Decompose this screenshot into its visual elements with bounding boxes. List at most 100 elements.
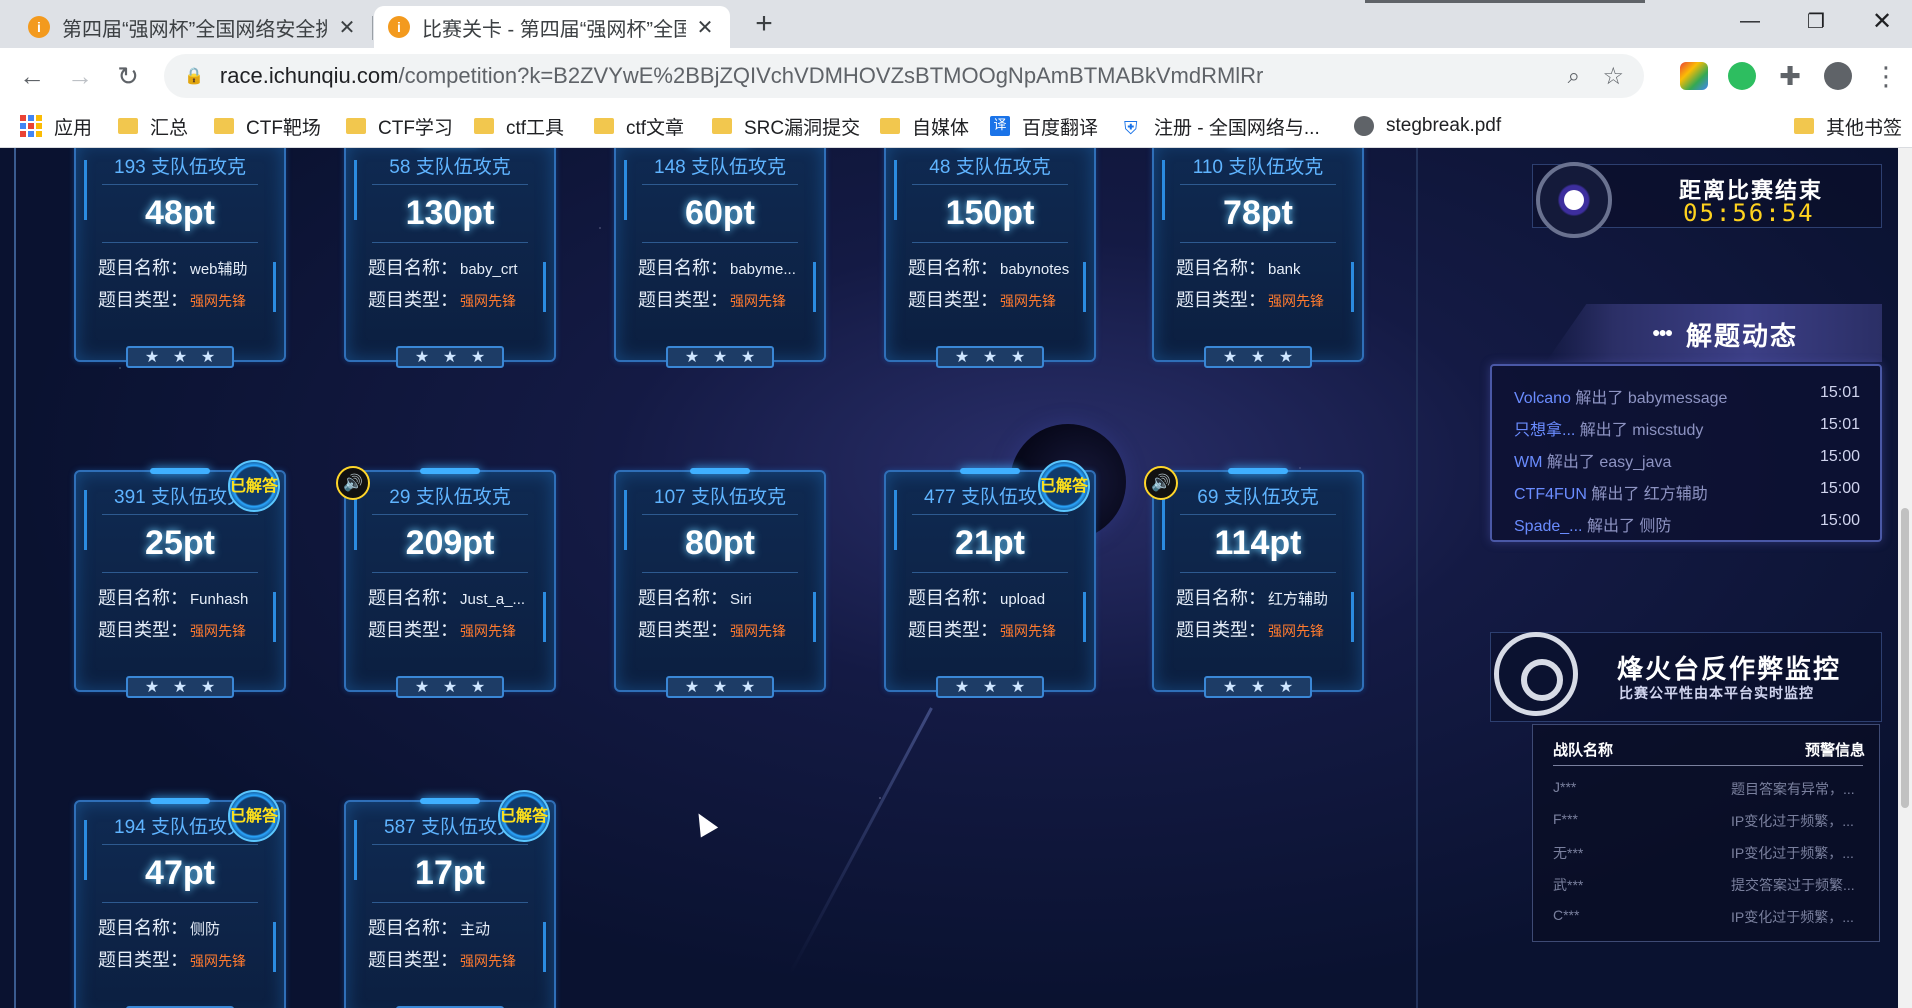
extension-color-icon[interactable] xyxy=(1680,62,1708,90)
name-label: 题目名称： xyxy=(368,588,458,608)
challenge-card[interactable]: 58 支队伍攻克 130pt 题目名称： baby_crt 题目类型： 强网先锋 ★ ★ ★ xyxy=(344,148,556,370)
monitor-subtitle: 比赛公平性由本平台实时监控 xyxy=(1619,685,1814,701)
forward-button[interactable]: → xyxy=(60,58,100,94)
difficulty-stars: ★ ★ ★ xyxy=(396,346,504,368)
card-glow xyxy=(1228,468,1288,474)
star-icon: ★ xyxy=(172,349,188,366)
activity-time: 15:01 xyxy=(1820,416,1861,433)
name-label: 题目名称： xyxy=(1176,258,1266,278)
challenge-type-row: 题目类型： 强网先锋 xyxy=(908,616,1056,642)
restore-button[interactable]: ❐ xyxy=(1786,4,1846,38)
lock-icon[interactable]: 🔒 xyxy=(184,66,204,86)
difficulty-stars: ★ ★ ★ xyxy=(1204,676,1312,698)
shield-icon: ⛨ xyxy=(1124,118,1138,138)
close-tab-icon[interactable]: ✕ xyxy=(694,15,716,40)
bookmark-folder[interactable]: 汇总 xyxy=(118,112,188,140)
type-label: 题目类型： xyxy=(98,950,188,970)
card-rule xyxy=(102,844,258,845)
page-scrollbar[interactable] xyxy=(1898,148,1912,1008)
challenge-name-row: 题目名称： upload xyxy=(908,584,1045,610)
challenge-card[interactable]: 48 支队伍攻克 150pt 题目名称： babynotes 题目类型： 强网先锋 ★ ★ ★ xyxy=(884,148,1096,370)
challenge-type-row: 题目类型： 强网先锋 xyxy=(368,286,516,312)
challenge-name-row: 题目名称： Just_a_... xyxy=(368,584,525,610)
zoom-icon[interactable]: ⌕ xyxy=(1568,63,1580,89)
card-rule xyxy=(102,514,258,515)
activity-team[interactable]: WM xyxy=(1514,454,1542,471)
close-tab-icon[interactable]: ✕ xyxy=(336,15,358,40)
challenge-card[interactable]: 148 支队伍攻克 60pt 题目名称： babyme... 题目类型： 强网先锋 ★ ★ ★ xyxy=(614,148,826,370)
card-rule xyxy=(372,572,528,573)
challenge-card[interactable]: 587 支队伍攻克17pt题目名称：主动题目类型：强网先锋★★★已解答 xyxy=(344,790,556,1008)
challenge-points: 114pt xyxy=(1214,524,1302,562)
back-button[interactable]: ← xyxy=(12,58,52,94)
activity-text: 解出了 miscstudy xyxy=(1579,422,1704,439)
window-drag-bar[interactable] xyxy=(1365,0,1645,3)
scrollbar-thumb[interactable] xyxy=(1901,508,1909,808)
row-alert: IP变化过于频繁，... xyxy=(1731,813,1854,829)
table-row: J*** 题目答案有异常，... xyxy=(1553,779,1863,797)
challenge-card[interactable]: 107 支队伍攻克 80pt 题目名称： Siri 题目类型： 强网先锋 ★ ★ ★ xyxy=(614,468,826,700)
challenge-card[interactable]: 193 支队伍攻克 48pt 题目名称： web辅助 题目类型： 强网先锋 ★ ★ ★ xyxy=(74,148,286,370)
tab-title: 第四届“强网杯”全国网络安全挑战赛 xyxy=(62,18,328,41)
challenge-card[interactable]: 391 支队伍攻克 25pt 题目名称： Funhash 题目类型： 强网先锋 ★ ★ ★ 已解答 xyxy=(74,460,286,700)
challenge-card[interactable]: 110 支队伍攻克 78pt 题目名称： bank 题目类型： 强网先锋 ★ ★ ★ xyxy=(1152,148,1364,370)
apps-icon xyxy=(20,115,42,137)
activity-item: Spade_... 解出了 侧防 xyxy=(1514,512,1671,536)
star-icon: ★ xyxy=(1250,679,1266,696)
reload-button[interactable]: ↻ xyxy=(108,58,148,94)
challenge-card[interactable]: 29 支队伍攻克 209pt 题目名称： Just_a_... 题目类型： 强网先锋 ★ ★ ★… xyxy=(336,466,556,700)
activity-team[interactable]: CTF4FUN xyxy=(1514,486,1587,503)
new-tab-button[interactable]: + xyxy=(748,6,780,42)
speaker-icon[interactable]: 🔊 xyxy=(1144,466,1178,500)
evernote-extension-icon[interactable] xyxy=(1728,62,1756,90)
url-text[interactable]: race.ichunqiu.com/competition?k=B2ZVYwE%… xyxy=(220,63,1263,89)
card-rule xyxy=(642,514,798,515)
challenge-name-row: 题目名称： bank xyxy=(1176,254,1301,280)
monitor-table: 战队名称 预警信息 J*** 题目答案有异常，... F*** IP变化过于频繁，.… xyxy=(1532,724,1880,942)
challenge-type-row: 题目类型： 强网先锋 xyxy=(98,946,246,972)
type-label: 题目类型： xyxy=(1176,620,1266,640)
activity-time: 15:01 xyxy=(1820,384,1861,401)
bookmark-folder[interactable]: 自媒体 xyxy=(880,112,969,140)
challenge-type: 强网先锋 xyxy=(460,953,516,969)
tab-qwb-home[interactable]: i 第四届“强网杯”全国网络安全挑战赛 ✕ xyxy=(14,6,372,48)
address-bar[interactable]: 🔒 race.ichunqiu.com/competition?k=B2ZVYw… xyxy=(164,54,1644,98)
activity-team[interactable]: 只想拿... xyxy=(1514,422,1575,439)
bookmark-baidu-translate[interactable]: 译 百度翻译 xyxy=(990,112,1098,140)
bookmark-other[interactable]: 其他书签 xyxy=(1794,112,1902,140)
bookmark-folder[interactable]: CTF靶场 xyxy=(214,112,321,140)
bookmark-register[interactable]: ⛨ 注册 - 全国网络与... xyxy=(1124,112,1320,140)
bookmark-label: 百度翻译 xyxy=(1022,117,1099,139)
bookmark-stegbreak[interactable]: stegbreak.pdf xyxy=(1354,112,1501,140)
bookmark-apps[interactable]: 应用 xyxy=(20,112,92,140)
star-icon: ★ xyxy=(684,679,700,696)
tab-competition[interactable]: i 比赛关卡 - 第四届“强网杯”全国网 ✕ xyxy=(374,6,730,48)
activity-team[interactable]: Spade_... xyxy=(1514,518,1583,535)
bookmark-folder[interactable]: ctf工具 xyxy=(474,112,564,140)
challenge-name: upload xyxy=(1000,591,1046,608)
challenge-card[interactable]: 477 支队伍攻克 21pt 题目名称： upload 题目类型： 强网先锋 ★ ★ ★ 已解答 xyxy=(884,460,1096,700)
competition-page: 193 支队伍攻克 48pt 题目名称： web辅助 题目类型： 强网先锋 ★ ★ ★ 58 支队… xyxy=(0,148,1912,1008)
activity-team[interactable]: Volcano xyxy=(1514,390,1571,407)
panel-divider xyxy=(1416,148,1418,1008)
tab-title: 比赛关卡 - 第四届“强网杯”全国网 xyxy=(422,18,686,41)
activity-header: ●●● 解题动态 xyxy=(1546,304,1882,362)
challenge-name-row: 题目名称： 侧防 xyxy=(98,914,220,940)
bookmark-folder[interactable]: CTF学习 xyxy=(346,112,453,140)
bookmark-star-icon[interactable]: ☆ xyxy=(1602,62,1624,91)
card-rule xyxy=(102,242,258,243)
name-label: 题目名称： xyxy=(1176,588,1266,608)
challenge-card[interactable]: 69 支队伍攻克 114pt 题目名称： 红方辅助 题目类型： 强网先锋 ★ ★ ★ 🔊 xyxy=(1144,466,1364,700)
challenge-card[interactable]: 194 支队伍攻克47pt题目名称：侧防题目类型：强网先锋★★★已解答 xyxy=(74,790,286,1008)
bookmark-folder[interactable]: SRC漏洞提交 xyxy=(712,112,860,140)
menu-kebab-icon[interactable]: ⋮ xyxy=(1872,61,1900,91)
challenge-points: 150pt xyxy=(945,194,1035,232)
challenge-name: 主动 xyxy=(460,921,491,938)
close-window-button[interactable]: ✕ xyxy=(1852,4,1912,38)
card-rule xyxy=(912,514,1068,515)
profile-avatar-icon[interactable] xyxy=(1824,62,1852,90)
bookmark-folder[interactable]: ctf文章 xyxy=(594,112,684,140)
minimize-button[interactable]: — xyxy=(1720,4,1780,38)
extensions-puzzle-icon[interactable]: ✚ xyxy=(1776,61,1804,91)
speaker-icon[interactable]: 🔊 xyxy=(336,466,370,500)
